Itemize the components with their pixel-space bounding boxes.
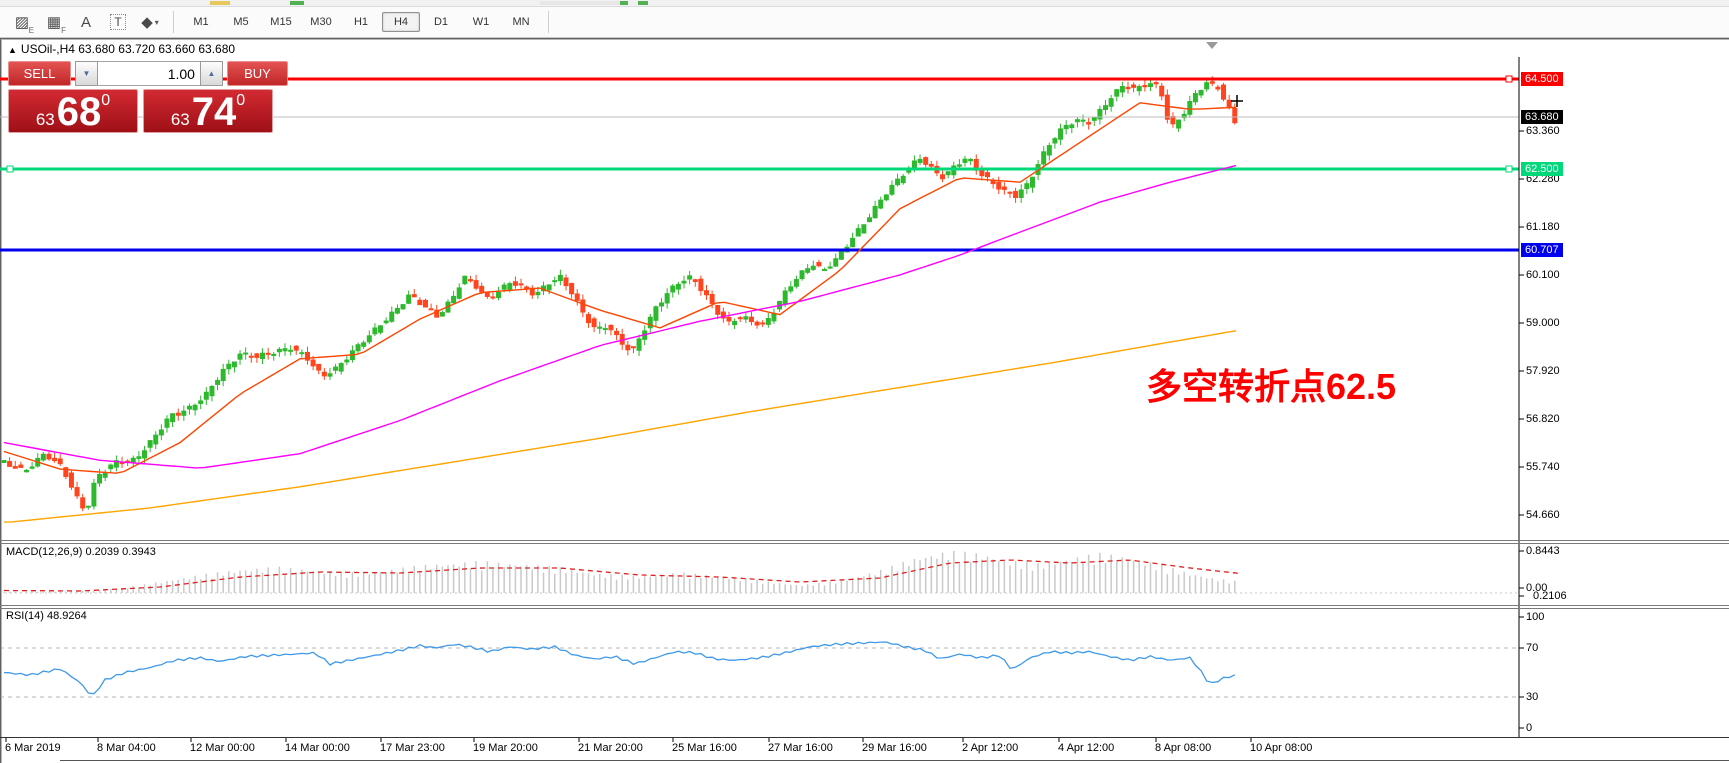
buy-button[interactable]: BUY — [227, 61, 288, 86]
volume-input[interactable] — [98, 61, 200, 86]
moving-average-lines — [4, 103, 1236, 522]
sell-price-main: 68 — [57, 94, 102, 130]
macd-axis-label: 0.2106 — [1533, 590, 1567, 602]
macd-axis-label: 0.8443 — [1526, 545, 1560, 557]
sell-price-tile[interactable]: 63680 — [8, 89, 138, 133]
time-axis-label: 10 Apr 08:00 — [1250, 742, 1312, 754]
time-axis-label: 19 Mar 20:00 — [473, 742, 538, 754]
ma-slow-line — [4, 331, 1236, 522]
price-axis-tick-label: 61.180 — [1526, 221, 1560, 233]
line-drag-handle[interactable] — [1506, 166, 1512, 172]
collapse-triangle-icon[interactable]: ▲ — [8, 45, 17, 55]
price-axis-tick-label: 57.920 — [1526, 365, 1560, 377]
line-drag-handle[interactable] — [7, 166, 13, 172]
up-arrow-icon: ▲ — [207, 69, 215, 78]
symbol-ohlc-text: USOil-,H4 63.680 63.720 63.660 63.680 — [21, 42, 235, 56]
time-axis-label: 21 Mar 20:00 — [578, 742, 643, 754]
volume-spinner: ▼ ▲ — [75, 61, 223, 86]
price-axis-tick-label: 60.100 — [1526, 269, 1560, 281]
buy-price-main: 74 — [192, 94, 237, 130]
sell-price-pip: 0 — [101, 94, 110, 108]
chart-symbol-header: ▲ USOil-,H4 63.680 63.720 63.660 63.680 — [8, 42, 241, 56]
time-axis-label: 25 Mar 16:00 — [672, 742, 737, 754]
rsi-axis-label: 30 — [1526, 691, 1538, 703]
price-axis-tick-label: 59.000 — [1526, 317, 1560, 329]
buy-price-tile[interactable]: 63740 — [143, 89, 273, 133]
rsi-line — [4, 642, 1235, 694]
volume-decrease-button[interactable]: ▼ — [75, 61, 98, 86]
time-axis-label: 27 Mar 16:00 — [768, 742, 833, 754]
sell-button[interactable]: SELL — [8, 61, 71, 86]
time-axis-label: 2 Apr 12:00 — [962, 742, 1018, 754]
panel-borders-and-ticks — [0, 57, 1729, 761]
pivot-line[interactable] — [0, 166, 1519, 172]
volume-increase-button[interactable]: ▲ — [200, 61, 223, 86]
trade-price-tiles: 63680 63740 — [8, 89, 288, 133]
time-axis-label: 8 Apr 08:00 — [1155, 742, 1211, 754]
time-axis-label: 12 Mar 00:00 — [190, 742, 255, 754]
line-drag-handle[interactable] — [1506, 76, 1512, 82]
price-axis-tick-label: 63.360 — [1526, 125, 1560, 137]
chart-shift-marker-icon[interactable] — [1206, 42, 1218, 49]
price-level-badge: 60.707 — [1521, 243, 1563, 257]
price-level-badge: 64.500 — [1521, 72, 1563, 86]
rsi-indicator — [0, 642, 1519, 697]
time-axis-label: 29 Mar 16:00 — [862, 742, 927, 754]
macd-indicator — [0, 551, 1519, 593]
buy-price-pip: 0 — [236, 94, 245, 108]
ma-fast-line — [4, 103, 1236, 473]
buy-price-handle: 63 — [171, 110, 190, 130]
time-axis-label: 6 Mar 2019 — [5, 742, 61, 754]
price-level-badge: 62.500 — [1521, 162, 1563, 176]
price-axis-tick-label: 55.740 — [1526, 461, 1560, 473]
down-arrow-icon: ▼ — [82, 69, 90, 78]
rsi-axis-label: 70 — [1526, 642, 1538, 654]
rsi-axis-label: 100 — [1526, 611, 1544, 623]
price-level-badge: 63.680 — [1521, 110, 1563, 124]
trade-controls-row: SELL ▼ ▲ BUY — [8, 61, 288, 86]
time-axis-label: 14 Mar 00:00 — [285, 742, 350, 754]
price-axis-tick-label: 54.660 — [1526, 509, 1560, 521]
price-axis-tick-label: 56.820 — [1526, 413, 1560, 425]
time-axis-label: 17 Mar 23:00 — [380, 742, 445, 754]
one-click-trading-panel: SELL ▼ ▲ BUY 63680 63740 — [8, 61, 288, 133]
candlestick-series — [2, 76, 1237, 511]
time-axis-label: 4 Apr 12:00 — [1058, 742, 1114, 754]
chart-text-annotation: 多空转折点62.5 — [1146, 358, 1396, 410]
rsi-axis-label: 0 — [1526, 722, 1532, 734]
sell-price-handle: 63 — [36, 110, 55, 130]
time-axis-label: 8 Mar 04:00 — [97, 742, 156, 754]
macd-indicator-label: MACD(12,26,9) 0.2039 0.3943 — [6, 546, 156, 558]
rsi-indicator-label: RSI(14) 48.9264 — [6, 610, 87, 622]
